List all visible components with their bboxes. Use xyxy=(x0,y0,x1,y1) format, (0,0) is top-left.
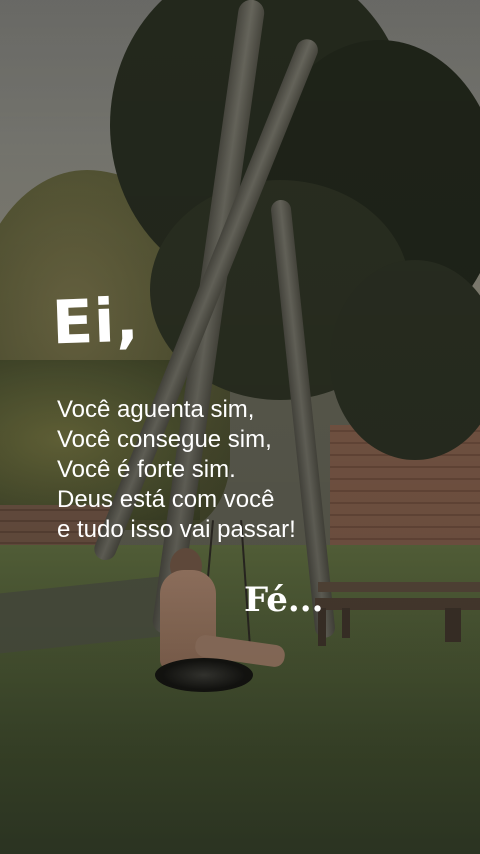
message-line: Você é forte sim. xyxy=(57,456,236,483)
message-line: e tudo isso vai passar! xyxy=(57,516,296,543)
message-line: Você aguenta sim, xyxy=(57,396,255,423)
signoff-text: Fé... xyxy=(244,580,324,620)
greeting-text: Ei, xyxy=(50,285,141,359)
photo-background: Ei, Você aguenta sim, Você consegue sim,… xyxy=(0,0,480,854)
message-line: Deus está com você xyxy=(57,486,275,513)
message-line: Você consegue sim, xyxy=(57,426,272,453)
motivational-message: Você aguenta sim, Você consegue sim, Voc… xyxy=(57,395,296,545)
